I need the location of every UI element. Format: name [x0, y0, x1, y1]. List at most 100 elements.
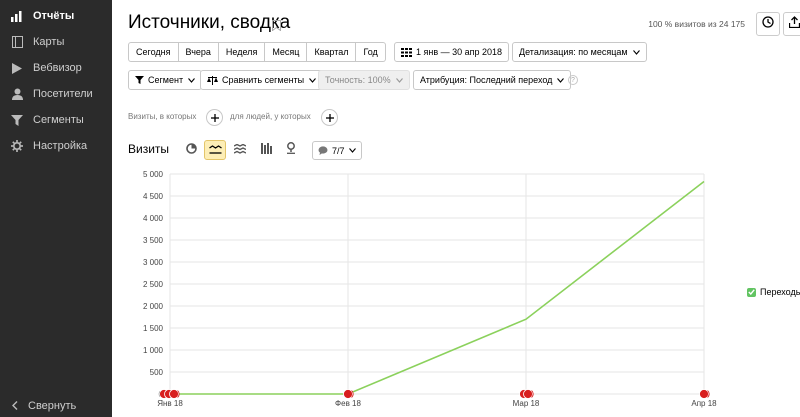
sidebar-item-visitors[interactable]: Посетители: [0, 81, 112, 107]
y-tick-label: 4 500: [143, 192, 164, 201]
accuracy-dropdown[interactable]: Точность: 100%: [318, 70, 410, 90]
period-yesterday[interactable]: Вчера: [178, 42, 219, 62]
bar-chart-icon: [10, 9, 24, 23]
bookmark-icon[interactable]: [272, 18, 281, 36]
chart-type-map[interactable]: [280, 140, 302, 160]
sidebar-item-maps[interactable]: Карты: [0, 29, 112, 55]
compare-segments-dropdown[interactable]: Сравнить сегменты: [200, 70, 324, 90]
filter-icon: [135, 76, 144, 84]
annotation-marker: [343, 389, 354, 399]
sidebar-item-label: Вебвизор: [33, 62, 82, 74]
x-tick-label: Янв 18: [157, 399, 183, 408]
sidebar-item-label: Карты: [33, 36, 65, 48]
sidebar: Отчёты Карты Вебвизор Посетители Сегмент…: [0, 0, 112, 417]
chevron-down-icon: [557, 75, 565, 85]
period-month[interactable]: Месяц: [265, 42, 308, 62]
sidebar-item-label: Отчёты: [33, 10, 75, 22]
x-tick-label: Апр 18: [691, 399, 717, 408]
legend-item[interactable]: Переходы: [747, 287, 800, 297]
segment-label: Сегмент: [148, 75, 184, 85]
help-icon[interactable]: ?: [568, 75, 578, 85]
user-icon: [10, 87, 24, 101]
x-tick-label: Мар 18: [513, 399, 540, 408]
chevron-down-icon: [188, 75, 195, 85]
series-selector[interactable]: 7/7: [312, 141, 362, 160]
chart-type-line[interactable]: [204, 140, 226, 160]
chevron-down-icon: [395, 75, 403, 85]
visits-line-chart: 05001 0001 5002 0002 5003 0003 5004 0004…: [143, 170, 717, 408]
y-tick-label: 3 000: [143, 258, 164, 267]
export-button[interactable]: [783, 12, 800, 36]
annotation-marker: [699, 389, 710, 399]
gear-icon: [10, 139, 24, 153]
area-chart-icon: [233, 141, 247, 159]
chart-type-bar[interactable]: [255, 140, 277, 160]
y-tick-label: 2 500: [143, 280, 164, 289]
plus-icon: [325, 109, 334, 127]
sidebar-item-label: Настройка: [33, 140, 88, 152]
y-tick-label: 5 000: [143, 170, 164, 179]
y-tick-label: 3 500: [143, 236, 164, 245]
chart-type-area[interactable]: [229, 140, 251, 160]
checkbox-checked-icon: [747, 287, 756, 297]
sidebar-item-label: Сегменты: [33, 114, 84, 126]
chevron-down-icon: [632, 47, 640, 57]
date-range-picker[interactable]: 1 янв — 30 апр 2018: [394, 42, 510, 62]
period-today[interactable]: Сегодня: [128, 42, 179, 62]
sidebar-item-label: Посетители: [33, 88, 93, 100]
chart-type-pie[interactable]: [180, 140, 202, 160]
line-chart-icon: [208, 141, 222, 159]
annotation-marker: [523, 389, 534, 399]
scales-icon: [207, 75, 218, 85]
play-icon: [10, 61, 24, 75]
y-tick-label: 500: [150, 368, 164, 377]
map-pin-icon: [286, 141, 296, 159]
chevron-down-icon: [348, 148, 356, 153]
y-tick-label: 2 000: [143, 302, 164, 311]
add-people-filter-button[interactable]: [321, 109, 338, 126]
comment-icon: [318, 146, 328, 155]
filter-icon: [10, 113, 24, 127]
y-tick-label: 1 000: [143, 346, 164, 355]
compare-label: Сравнить сегменты: [222, 75, 305, 85]
period-quarter[interactable]: Квартал: [307, 42, 357, 62]
upload-icon: [788, 15, 800, 33]
legend-label: Переходы: [760, 287, 800, 297]
map-icon: [10, 35, 24, 49]
sidebar-item-webvisor[interactable]: Вебвизор: [0, 55, 112, 81]
view-mode-button[interactable]: [756, 12, 780, 36]
segment-dropdown[interactable]: Сегмент: [128, 70, 203, 90]
sidebar-item-reports[interactable]: Отчёты: [0, 3, 112, 29]
people-filter-label: для людей, у которых: [230, 112, 311, 121]
visits-filter-label: Визиты, в которых: [128, 112, 197, 121]
detail-dropdown[interactable]: Детализация: по месяцам: [512, 42, 647, 62]
series-count: 7/7: [332, 145, 345, 156]
detail-text: Детализация: по месяцам: [519, 47, 628, 57]
chart-title: Визиты: [128, 142, 170, 156]
period-week[interactable]: Неделя: [218, 42, 266, 62]
period-selector: Сегодня Вчера Неделя Месяц Квартал Год: [128, 42, 386, 62]
clock-icon: [762, 15, 774, 33]
accuracy-label: Точность: 100%: [325, 75, 391, 85]
x-tick-label: Фев 18: [335, 399, 361, 408]
y-tick-label: 4 000: [143, 214, 164, 223]
series-line: [170, 180, 705, 395]
pie-chart-icon: [185, 141, 197, 159]
attribution-label: Атрибуция: Последний переход: [420, 75, 553, 85]
chevron-down-icon: [309, 75, 317, 85]
annotation-marker: [169, 389, 180, 399]
bar-chart-icon: [260, 141, 272, 159]
date-range-text: 1 янв — 30 апр 2018: [416, 47, 503, 57]
period-year[interactable]: Год: [356, 42, 386, 62]
sidebar-item-segments[interactable]: Сегменты: [0, 107, 112, 133]
collapse-sidebar-button[interactable]: Свернуть: [0, 395, 112, 417]
plus-icon: [210, 109, 219, 127]
page-title: Источники, сводка: [128, 12, 291, 33]
add-visits-filter-button[interactable]: [206, 109, 223, 126]
sidebar-item-settings[interactable]: Настройка: [0, 133, 112, 159]
y-tick-label: 1 500: [143, 324, 164, 333]
calendar-icon: [401, 47, 412, 57]
chevron-left-icon: [12, 397, 18, 415]
visits-percentage: 100 % визитов из 24 175: [648, 19, 745, 29]
attribution-dropdown[interactable]: Атрибуция: Последний переход: [413, 70, 572, 90]
